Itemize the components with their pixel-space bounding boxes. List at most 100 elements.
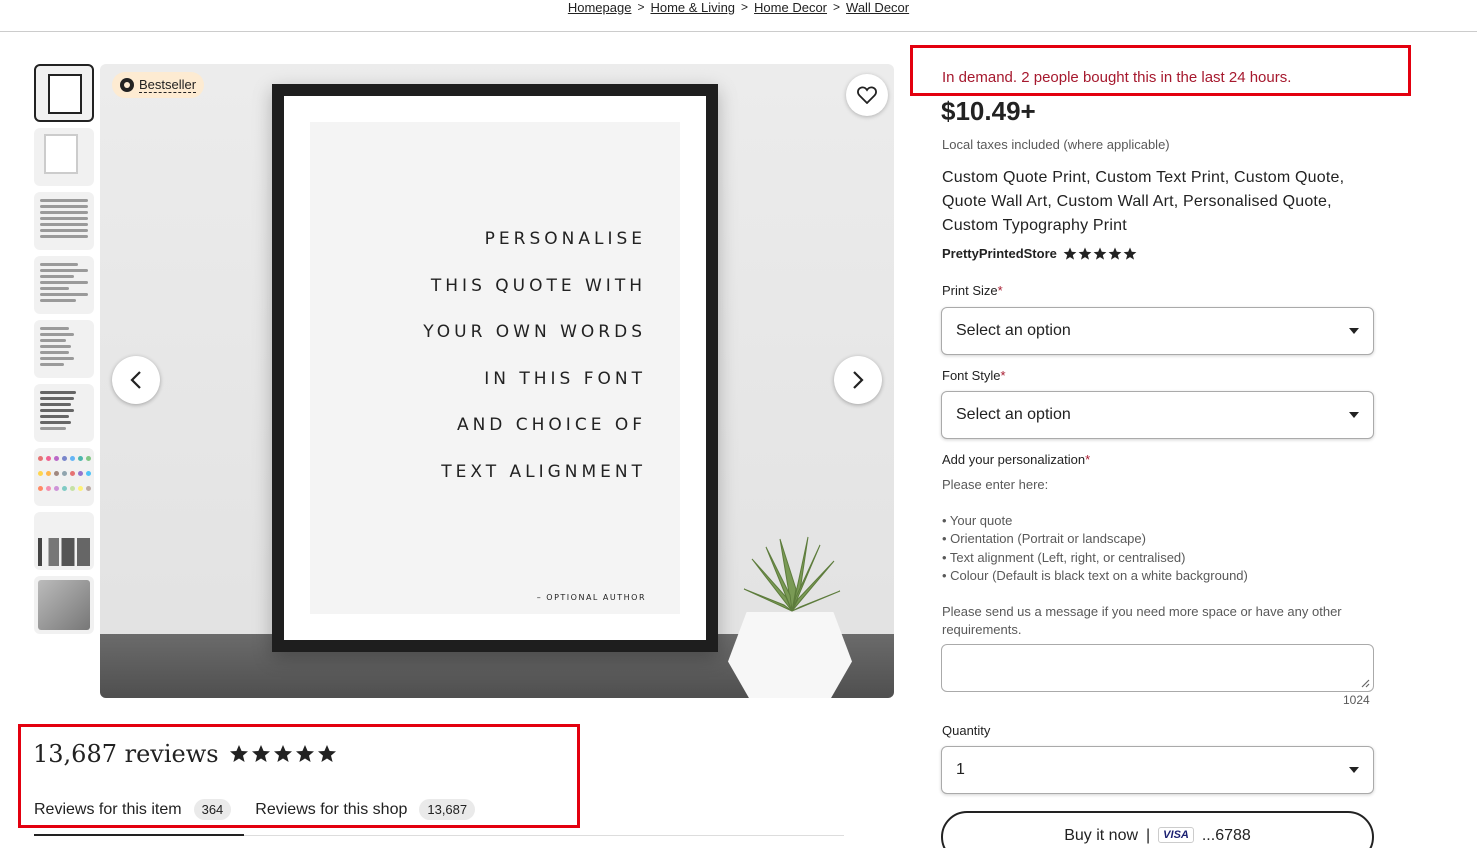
tab-label: Reviews for this item <box>34 800 182 818</box>
reviews-stars <box>229 744 339 764</box>
tab-reviews-shop[interactable]: Reviews for this shop 13,687 <box>255 799 476 820</box>
demand-notice: In demand. 2 people bought this in the l… <box>942 69 1292 86</box>
breadcrumb-separator: > <box>833 0 841 14</box>
thumbnail-image <box>38 538 90 566</box>
quote-line: THIS QUOTE WITH <box>430 275 646 296</box>
shop-name[interactable]: PrettyPrintedStore <box>942 246 1057 261</box>
thumbnail-image <box>40 260 88 305</box>
previous-image-button[interactable] <box>112 356 160 404</box>
buy-divider: | <box>1146 827 1151 844</box>
thumbnail-image <box>38 580 90 630</box>
heart-icon <box>857 86 877 104</box>
thumbnail-9[interactable] <box>34 576 94 634</box>
quote-line: YOUR OWN WORDS <box>423 322 646 342</box>
required-mark: * <box>1085 452 1091 467</box>
reviews-count: 13,687 reviews <box>33 740 219 768</box>
label-text: Font Style <box>942 368 1001 383</box>
visa-card-icon: VISA <box>1158 827 1194 843</box>
thumbnail-1[interactable] <box>34 64 94 122</box>
taxes-note: Local taxes included (where applicable) <box>942 137 1170 152</box>
thumbnail-image <box>44 134 78 174</box>
quantity-select[interactable]: 1 <box>941 746 1374 794</box>
favorite-button[interactable] <box>846 74 888 116</box>
thumbnail-image <box>38 456 91 498</box>
resize-handle-icon[interactable] <box>1360 678 1370 688</box>
breadcrumb-home-decor[interactable]: Home Decor <box>754 0 827 15</box>
shop-info: PrettyPrintedStore <box>942 246 1139 261</box>
breadcrumb-list: Homepage > Home & Living > Home Decor > … <box>568 0 909 15</box>
reviews-tabs: Reviews for this item 364 Reviews for th… <box>34 799 499 820</box>
main-product-image: PERSONALISE THIS QUOTE WITH YOUR OWN WOR… <box>100 64 894 698</box>
thumbnail-strip <box>34 64 94 640</box>
label-text: Add your personalization <box>942 452 1086 467</box>
quote-line: AND CHOICE OF <box>456 415 646 435</box>
listing-title: Custom Quote Print, Custom Text Print, C… <box>942 169 1345 234</box>
tab-label: Reviews for this shop <box>255 800 408 818</box>
thumbnail-image <box>40 196 88 241</box>
personalization-label: Add your personalization* <box>942 452 1090 467</box>
instruction-bullet: • Colour (Default is black text on a whi… <box>942 567 1248 583</box>
font-style-label: Font Style* <box>942 368 1006 383</box>
instructions-intro: Please enter here: <box>942 477 1049 492</box>
poster-quote: PERSONALISE THIS QUOTE WITH YOUR OWN WOR… <box>423 216 646 495</box>
instruction-bullet: • Text alignment (Left, right, or centra… <box>942 549 1186 565</box>
count-badge: 13,687 <box>419 799 476 820</box>
quote-line: TEXT ALIGNMENT <box>441 461 646 482</box>
thumbnail-7[interactable] <box>34 448 94 506</box>
caret-down-icon <box>1349 328 1359 334</box>
quantity-label: Quantity <box>942 723 991 738</box>
print-size-select[interactable]: Select an option <box>941 307 1374 355</box>
instructions-note: Please send us a message if you need mor… <box>942 604 1342 638</box>
required-mark: * <box>1000 368 1006 383</box>
personalization-textarea[interactable] <box>941 644 1374 692</box>
breadcrumb-homepage[interactable]: Homepage <box>568 0 632 15</box>
thumbnail-image <box>48 74 82 114</box>
buy-it-now-button[interactable]: Buy it now | VISA ...6788 <box>941 811 1374 848</box>
caret-down-icon <box>1349 412 1359 418</box>
breadcrumb: Homepage > Home & Living > Home Decor > … <box>0 0 1477 32</box>
poster-author: – OPTIONAL AUTHOR <box>536 593 646 602</box>
thumbnail-4[interactable] <box>34 256 94 314</box>
thumbnail-image <box>40 388 88 433</box>
personalization-instructions: Please enter here: • Your quote • Orient… <box>942 476 1382 639</box>
reviews-summary: 13,687 reviews <box>33 740 339 768</box>
buy-label: Buy it now <box>1064 827 1139 844</box>
select-value: Select an option <box>956 406 1071 423</box>
instruction-bullet: • Orientation (Portrait or landscape) <box>942 531 1146 547</box>
thumbnail-8[interactable] <box>34 512 94 570</box>
star-rating-icon <box>229 745 336 762</box>
select-value: 1 <box>956 761 965 778</box>
thumbnail-3[interactable] <box>34 192 94 250</box>
card-last4: ...6788 <box>1201 827 1251 844</box>
instruction-bullet: • Your quote <box>942 513 1013 529</box>
plant-pot <box>728 612 852 698</box>
required-mark: * <box>997 283 1003 298</box>
poster-frame: PERSONALISE THIS QUOTE WITH YOUR OWN WOR… <box>272 84 718 652</box>
font-style-select[interactable]: Select an option <box>941 391 1374 439</box>
chevron-right-icon <box>853 371 864 389</box>
breadcrumb-wall-decor[interactable]: Wall Decor <box>846 0 909 15</box>
award-icon <box>120 78 134 92</box>
bestseller-badge[interactable]: Bestseller <box>112 72 205 98</box>
label-text: Print Size <box>942 283 998 298</box>
succulent-icon <box>743 536 841 612</box>
quote-line: IN THIS FONT <box>484 368 646 389</box>
print-size-label: Print Size* <box>942 283 1003 298</box>
caret-down-icon <box>1349 767 1359 773</box>
tab-reviews-item[interactable]: Reviews for this item 364 <box>34 799 232 820</box>
breadcrumb-separator: > <box>637 0 645 14</box>
select-value: Select an option <box>956 322 1071 339</box>
active-tab-indicator <box>34 834 244 836</box>
next-image-button[interactable] <box>834 356 882 404</box>
thumbnail-2[interactable] <box>34 128 94 186</box>
breadcrumb-home-living[interactable]: Home & Living <box>650 0 735 15</box>
char-count: 1024 <box>1343 693 1370 707</box>
count-badge: 364 <box>193 799 232 820</box>
chevron-left-icon <box>130 371 141 389</box>
thumbnail-5[interactable] <box>34 320 94 378</box>
thumbnail-6[interactable] <box>34 384 94 442</box>
quote-line: PERSONALISE <box>484 229 646 249</box>
thumbnail-image <box>40 324 88 369</box>
price: $10.49+ <box>941 96 1036 126</box>
breadcrumb-separator: > <box>741 0 749 14</box>
